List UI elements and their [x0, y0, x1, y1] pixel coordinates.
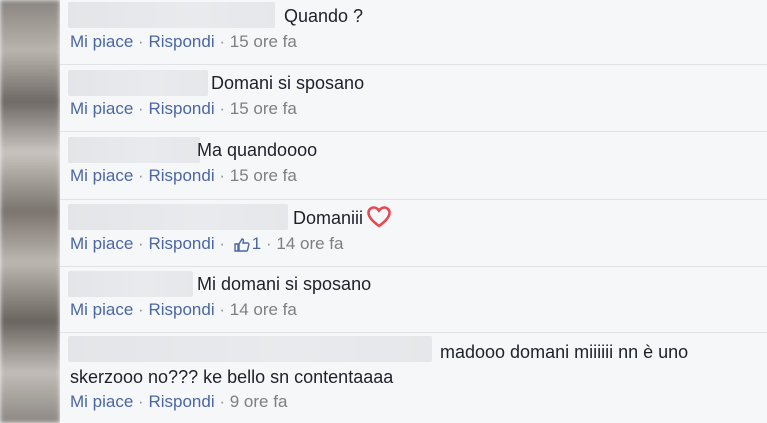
separator: ·: [138, 32, 144, 51]
comment-text: Quando ?: [284, 6, 364, 26]
timestamp[interactable]: 14 ore fa: [276, 234, 343, 253]
comment-actions: Mi piace · Rispondi · 15 ore fa: [70, 32, 297, 52]
comment-text: Domani si sposano: [211, 73, 365, 93]
likes-count[interactable]: 1: [252, 234, 261, 253]
comment-text-content: Domaniii: [293, 208, 364, 228]
blurred-author-name: [68, 204, 288, 230]
separator: ·: [138, 234, 144, 253]
like-link[interactable]: Mi piace: [70, 392, 133, 411]
comment-text-line-1: madooo domani miiiiii nn è uno: [440, 342, 689, 362]
separator: ·: [138, 166, 144, 185]
comment: Domani si sposano Mi piace · Rispondi · …: [60, 65, 767, 132]
separator: ·: [265, 234, 272, 253]
blurred-avatars-column: [0, 0, 60, 423]
blurred-author-name: [68, 137, 200, 163]
timestamp[interactable]: 15 ore fa: [230, 166, 297, 185]
like-link[interactable]: Mi piace: [70, 32, 133, 51]
reply-link[interactable]: Rispondi: [148, 166, 214, 185]
separator: ·: [138, 300, 144, 319]
comment-actions: Mi piace · Rispondi · 15 ore fa: [70, 99, 297, 119]
thumbs-up-icon: [234, 237, 250, 257]
comment: Quando ? Mi piace · Rispondi · 15 ore fa: [60, 0, 767, 65]
reply-link[interactable]: Rispondi: [148, 300, 214, 319]
comment-actions: Mi piace · Rispondi · 15 ore fa: [70, 166, 297, 186]
comment-actions: Mi piace · Rispondi · 9 ore fa: [70, 392, 287, 412]
heart-icon: [367, 206, 391, 233]
comment-actions: Mi piace · Rispondi · 14 ore fa: [70, 300, 297, 320]
timestamp[interactable]: 14 ore fa: [230, 300, 297, 319]
comment-text-line-2: skerzooo no??? ke bello sn contentaaaa: [70, 367, 394, 387]
comment-actions: Mi piace · Rispondi · 1 · 14 ore fa: [70, 234, 343, 257]
blurred-author-name: [68, 336, 432, 362]
comment: madooo domani miiiiii nn è uno skerzooo …: [60, 333, 767, 423]
timestamp[interactable]: 15 ore fa: [230, 32, 297, 51]
comment-text: Domaniii: [293, 206, 391, 233]
blurred-author-name: [68, 271, 193, 297]
like-link[interactable]: Mi piace: [70, 300, 133, 319]
like-link[interactable]: Mi piace: [70, 234, 133, 253]
comment: Domaniii Mi piace · Rispondi · 1 · 14 or…: [60, 200, 767, 267]
comment-text: Ma quandoooo: [197, 140, 318, 160]
separator: ·: [219, 300, 226, 319]
reply-link[interactable]: Rispondi: [148, 99, 214, 118]
like-link[interactable]: Mi piace: [70, 99, 133, 118]
like-link[interactable]: Mi piace: [70, 166, 133, 185]
reply-link[interactable]: Rispondi: [148, 234, 214, 253]
comment-list: Quando ? Mi piace · Rispondi · 15 ore fa…: [60, 0, 767, 423]
separator: ·: [219, 166, 226, 185]
blurred-author-name: [68, 70, 208, 96]
timestamp[interactable]: 9 ore fa: [230, 392, 288, 411]
comment-text: Mi domani si sposano: [197, 274, 372, 294]
separator: ·: [138, 99, 144, 118]
reply-link[interactable]: Rispondi: [148, 392, 214, 411]
separator: ·: [219, 234, 226, 253]
separator: ·: [138, 392, 144, 411]
separator: ·: [219, 99, 226, 118]
comment: Ma quandoooo Mi piace · Rispondi · 15 or…: [60, 132, 767, 200]
timestamp[interactable]: 15 ore fa: [230, 99, 297, 118]
comment: Mi domani si sposano Mi piace · Rispondi…: [60, 267, 767, 333]
blurred-author-name: [68, 2, 275, 28]
separator: ·: [219, 392, 226, 411]
separator: ·: [219, 32, 226, 51]
reply-link[interactable]: Rispondi: [148, 32, 214, 51]
